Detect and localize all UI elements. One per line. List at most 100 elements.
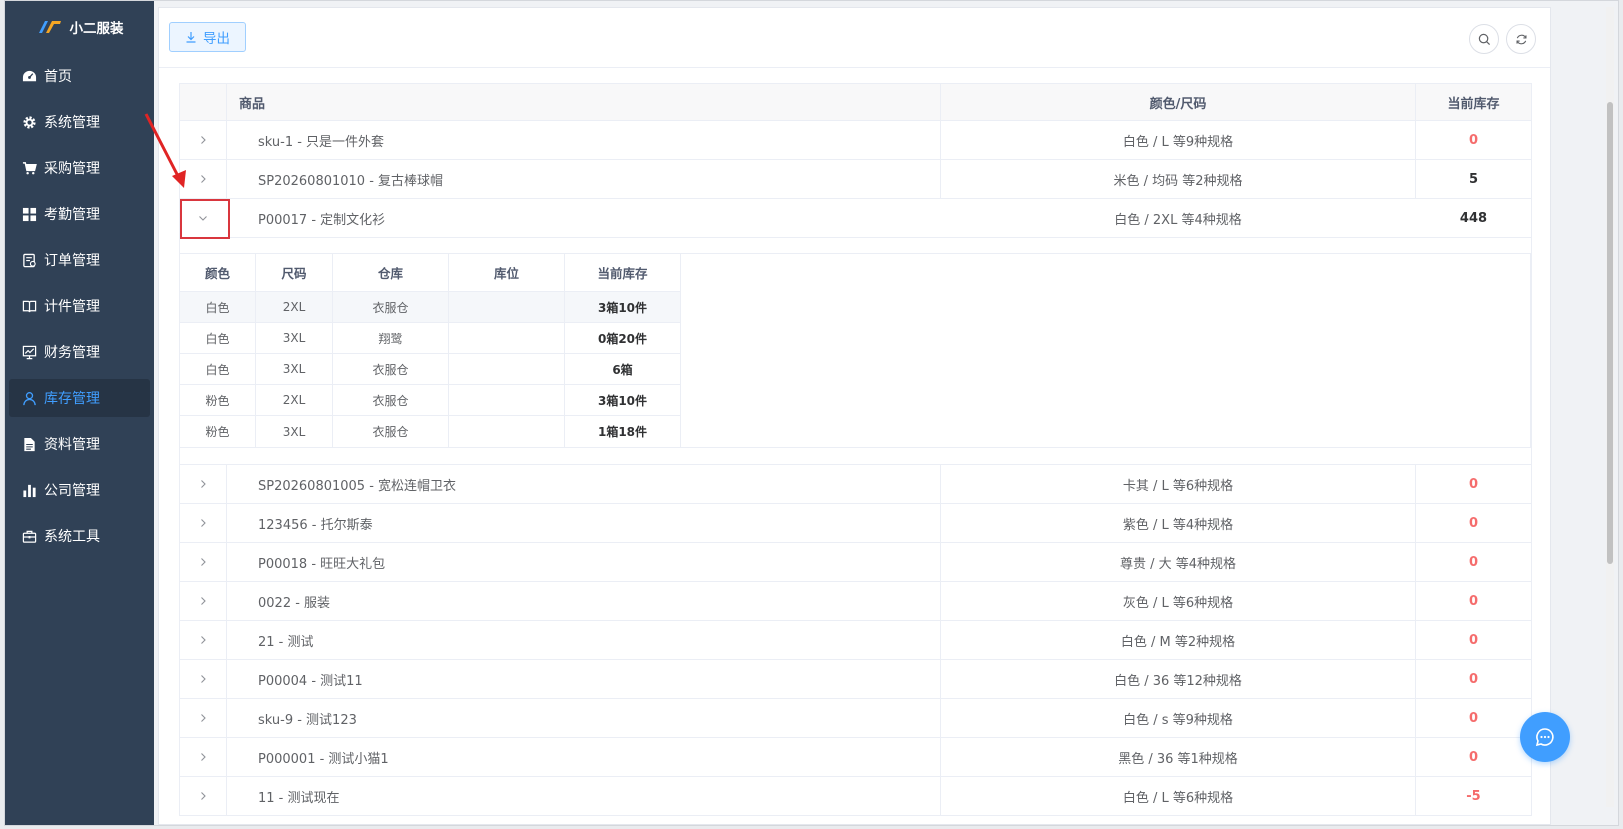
sub-location-cell (449, 323, 565, 354)
expand-toggle[interactable] (180, 621, 227, 659)
expanded-detail: 颜色 尺码 仓库 库位 当前库存 白色 2XL 衣服仓 3箱10件 白色 3XL 翔鹭 0箱2… (180, 238, 1531, 465)
sidebar-item-company[interactable]: 公司管理 (9, 471, 150, 509)
color-size-cell: 白色 / s 等9种规格 (941, 699, 1416, 737)
sidebar-item-label: 财务管理 (44, 345, 100, 361)
expand-toggle[interactable] (180, 543, 227, 581)
sub-color-cell: 粉色 (180, 385, 256, 416)
product-cell: P00018 - 旺旺大礼包 (227, 543, 941, 581)
sub-warehouse-cell: 衣服仓 (333, 292, 449, 323)
color-size-cell: 米色 / 均码 等2种规格 (941, 160, 1416, 198)
table-row: SP20260801005 - 宽松连帽卫衣 卡其 / L 等6种规格 0 (180, 465, 1531, 504)
cart-icon (21, 160, 37, 176)
inventory-table: 商品 颜色/尺码 当前库存 sku-1 - 只是一件外套 白色 / L 等9种规格… (179, 83, 1532, 816)
sidebar-item-orders[interactable]: 订单管理 (9, 241, 150, 279)
color-size-cell: 白色 / L 等9种规格 (941, 121, 1416, 159)
chevron-right-icon (201, 480, 206, 488)
chevron-right-icon (201, 792, 206, 800)
expand-column-header (180, 84, 227, 120)
sub-warehouse-cell: 翔鹭 (333, 323, 449, 354)
sidebar-item-label: 采购管理 (44, 161, 100, 177)
expand-toggle[interactable] (180, 699, 227, 737)
sub-table-header-row: 颜色 尺码 仓库 库位 当前库存 (180, 254, 1530, 292)
search-icon (1478, 33, 1490, 45)
sub-size-cell: 3XL (256, 416, 333, 447)
color-size-cell: 紫色 / L 等4种规格 (941, 504, 1416, 542)
grid-icon (21, 206, 37, 222)
sidebar-item-attendance[interactable]: 考勤管理 (9, 195, 150, 233)
sub-table-row: 白色 3XL 翔鹭 0箱20件 (180, 323, 1530, 354)
column-header-product: 商品 (227, 84, 941, 120)
sidebar-item-data[interactable]: 资料管理 (9, 425, 150, 463)
sidebar-item-system[interactable]: 系统管理 (9, 103, 150, 141)
export-label: 导出 (203, 31, 230, 46)
main-panel: 导出 商品 颜色/尺码 当前库存 sku-1 - 只是一件外套 白色 / L 等9… (158, 7, 1551, 825)
sidebar-item-finance[interactable]: 财务管理 (9, 333, 150, 371)
sidebar-item-home[interactable]: 首页 (9, 57, 150, 95)
page-scrollbar[interactable] (1606, 7, 1614, 807)
sidebar-item-piecework[interactable]: 计件管理 (9, 287, 150, 325)
sub-location-cell (449, 354, 565, 385)
expand-toggle[interactable] (180, 582, 227, 620)
stock-cell: 0 (1468, 749, 1479, 765)
sidebar-item-inventory[interactable]: 库存管理 (9, 379, 150, 417)
order-icon (21, 252, 37, 268)
refresh-button[interactable] (1506, 24, 1536, 54)
expand-toggle[interactable] (180, 121, 227, 159)
stock-cell: 5 (1468, 171, 1479, 187)
sub-stock-cell: 0箱20件 (565, 323, 681, 354)
scrollbar-thumb[interactable] (1607, 102, 1613, 564)
sub-stock-cell: 3箱10件 (565, 292, 681, 323)
table-row: sku-9 - 测试123 白色 / s 等9种规格 0 (180, 699, 1531, 738)
chart-monitor-icon (21, 344, 37, 360)
sidebar-item-label: 订单管理 (44, 253, 100, 269)
sub-header-warehouse: 仓库 (333, 254, 449, 292)
sub-warehouse-cell: 衣服仓 (333, 354, 449, 385)
toolbar: 导出 (159, 8, 1550, 68)
color-size-cell: 尊贵 / 大 等4种规格 (941, 543, 1416, 581)
product-cell: 21 - 测试 (227, 621, 941, 659)
chevron-right-icon (201, 519, 206, 527)
product-cell: 123456 - 托尔斯泰 (227, 504, 941, 542)
expand-toggle[interactable] (180, 738, 227, 776)
sub-stock-cell: 3箱10件 (565, 385, 681, 416)
expand-toggle[interactable] (180, 160, 227, 198)
color-size-cell: 卡其 / L 等6种规格 (941, 465, 1416, 503)
product-cell: 11 - 测试现在 (227, 777, 941, 815)
table-row: sku-1 - 只是一件外套 白色 / L 等9种规格 0 (180, 121, 1531, 160)
logo[interactable]: 小二服装 (5, 1, 154, 53)
sub-color-cell: 粉色 (180, 416, 256, 447)
expand-toggle[interactable] (180, 777, 227, 815)
expand-toggle[interactable] (180, 660, 227, 698)
dashboard-icon (21, 68, 37, 84)
sidebar-item-label: 首页 (44, 69, 72, 85)
sub-location-cell (449, 416, 565, 447)
sidebar-item-purchase[interactable]: 采购管理 (9, 149, 150, 187)
table-row: 123456 - 托尔斯泰 紫色 / L 等4种规格 0 (180, 504, 1531, 543)
sub-size-cell: 3XL (256, 354, 333, 385)
product-cell: sku-9 - 测试123 (227, 699, 941, 737)
sidebar-item-label: 系统管理 (44, 115, 100, 131)
chevron-right-icon (201, 636, 206, 644)
column-header-color-size: 颜色/尺码 (941, 84, 1416, 120)
search-button[interactable] (1469, 24, 1499, 54)
expand-toggle[interactable] (180, 504, 227, 542)
logo-icon (38, 21, 61, 33)
sidebar-item-tools[interactable]: 系统工具 (9, 517, 150, 555)
table-row: 21 - 测试 白色 / M 等2种规格 0 (180, 621, 1531, 660)
table-row: 0022 - 服装 灰色 / L 等6种规格 0 (180, 582, 1531, 621)
product-cell: sku-1 - 只是一件外套 (227, 121, 941, 159)
expand-toggle[interactable] (180, 199, 230, 239)
sub-stock-cell: 6箱 (565, 354, 681, 385)
export-button[interactable]: 导出 (169, 22, 246, 52)
sub-header-location: 库位 (449, 254, 565, 292)
sub-color-cell: 白色 (180, 354, 256, 385)
chat-icon (1535, 728, 1554, 747)
color-size-cell: 黑色 / 36 等1种规格 (941, 738, 1416, 776)
expand-toggle[interactable] (180, 465, 227, 503)
sub-stock-cell: 1箱18件 (565, 416, 681, 447)
file-icon (21, 436, 37, 452)
stock-cell: 0 (1468, 554, 1479, 570)
sub-warehouse-cell: 衣服仓 (333, 416, 449, 447)
chat-support-button[interactable] (1520, 712, 1570, 762)
stock-cell: 0 (1468, 671, 1479, 687)
